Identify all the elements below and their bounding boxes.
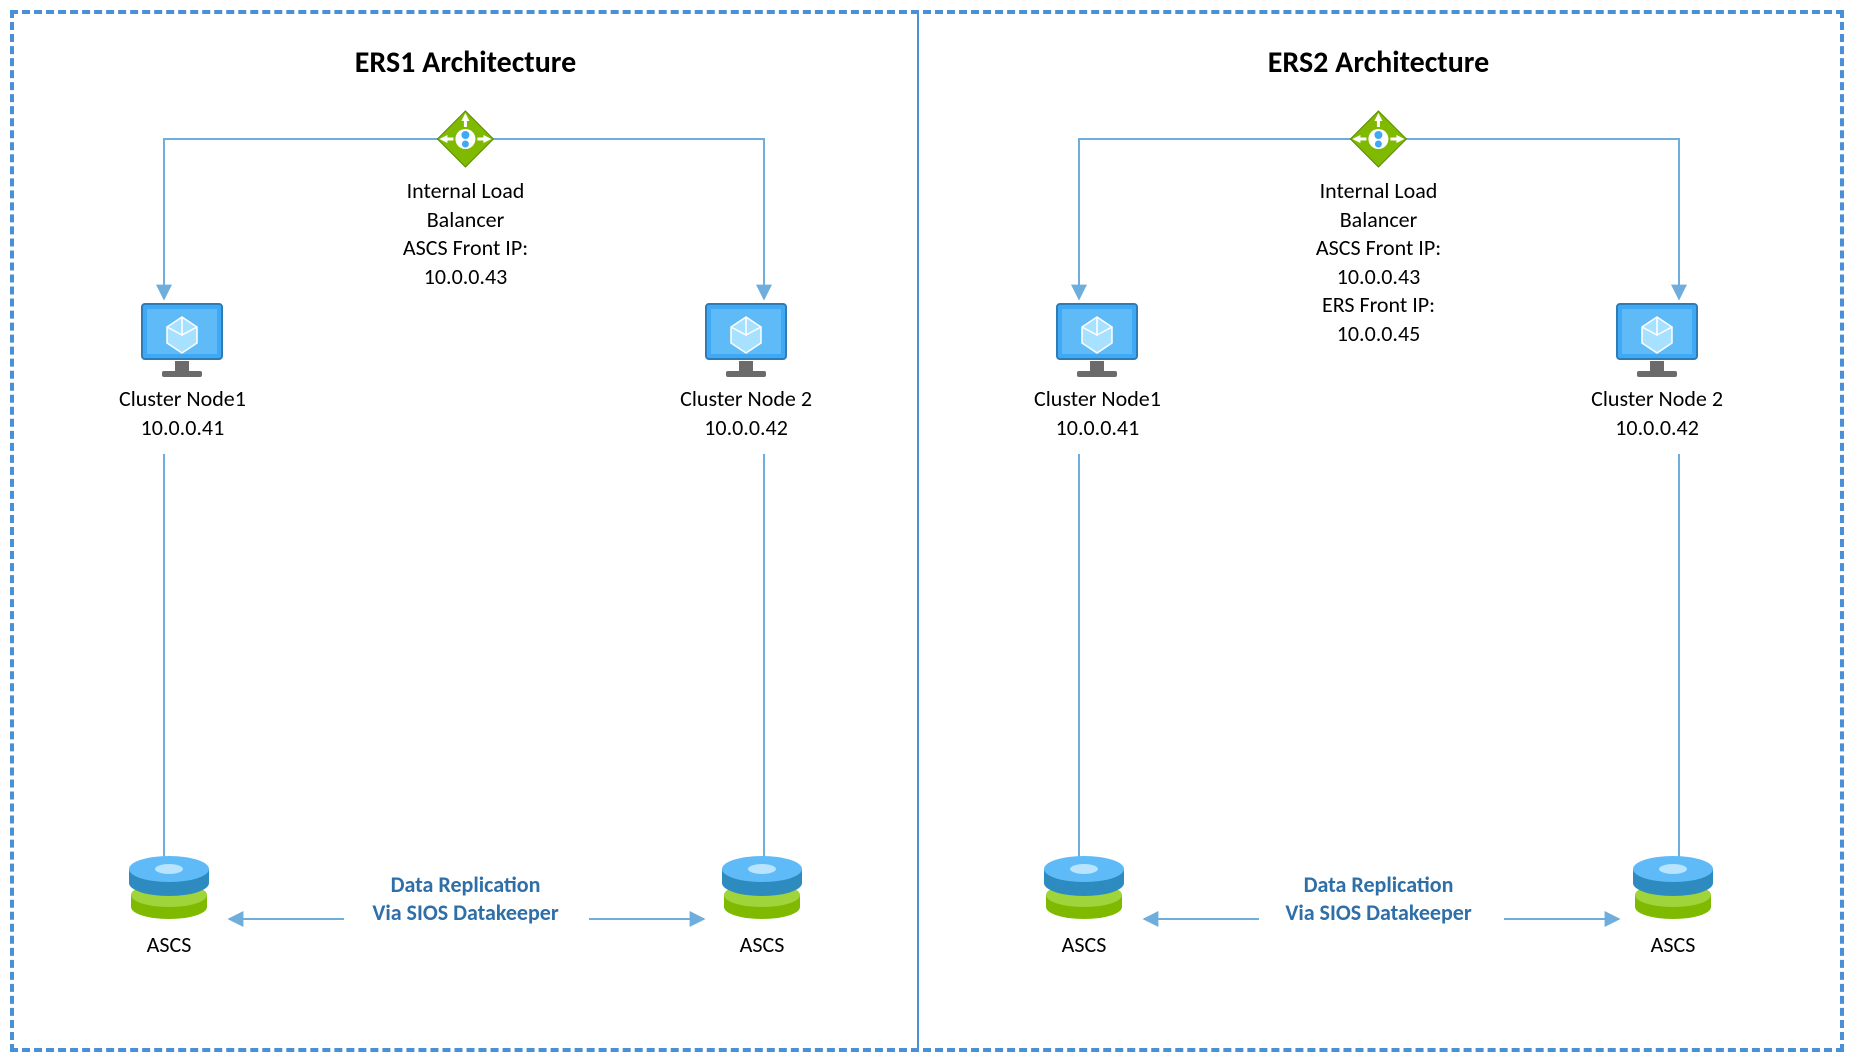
vm-icon [1612, 299, 1702, 379]
replication-line: Via SIOS Datakeeper [1285, 899, 1471, 928]
ers1-cluster-node2: Cluster Node 2 10.0.0.42 [680, 299, 812, 442]
ers2-cluster-node1: Cluster Node1 10.0.0.41 [1034, 299, 1161, 442]
vm-icon [137, 299, 227, 379]
disk-icon [1039, 855, 1129, 925]
lb-line: 10.0.0.43 [403, 263, 528, 292]
ers2-disk2: ASCS [1628, 855, 1718, 958]
ers2-disk1: ASCS [1039, 855, 1129, 958]
replication-line: Via SIOS Datakeeper [372, 899, 558, 928]
load-balancer-icon [1348, 109, 1408, 169]
ers1-disk1: ASCS [124, 855, 214, 958]
disk-icon [1628, 855, 1718, 925]
lb-line: ERS Front IP: [1316, 291, 1441, 320]
lb-line: ASCS Front IP: [403, 234, 528, 263]
ers2-replication-label: Data Replication Via SIOS Datakeeper [1285, 871, 1471, 928]
node-name: Cluster Node 2 [1591, 385, 1723, 414]
ers1-lb-label: Internal Load Balancer ASCS Front IP: 10… [403, 177, 528, 291]
ers2-lb-label: Internal Load Balancer ASCS Front IP: 10… [1316, 177, 1441, 349]
disk-label: ASCS [717, 931, 807, 958]
replication-line: Data Replication [1285, 871, 1471, 900]
ers2-cluster-node2: Cluster Node 2 10.0.0.42 [1591, 299, 1723, 442]
vm-icon [1052, 299, 1142, 379]
node-ip: 10.0.0.42 [680, 414, 812, 443]
node-ip: 10.0.0.42 [1591, 414, 1723, 443]
disk-label: ASCS [1628, 931, 1718, 958]
lb-line: ASCS Front IP: [1316, 234, 1441, 263]
load-balancer-icon [435, 109, 495, 169]
ers2-load-balancer: Internal Load Balancer ASCS Front IP: 10… [1316, 109, 1441, 349]
lb-line: Balancer [1316, 206, 1441, 235]
disk-icon [124, 855, 214, 925]
ers1-replication-label: Data Replication Via SIOS Datakeeper [372, 871, 558, 928]
disk-label: ASCS [1039, 931, 1129, 958]
node-ip: 10.0.0.41 [1034, 414, 1161, 443]
ers1-panel: ERS1 Architecture Intern [14, 14, 917, 1048]
ers1-disk2: ASCS [717, 855, 807, 958]
vm-icon [701, 299, 791, 379]
lb-line: Internal Load [1316, 177, 1441, 206]
lb-line: Balancer [403, 206, 528, 235]
lb-line: 10.0.0.43 [1316, 263, 1441, 292]
lb-line: Internal Load [403, 177, 528, 206]
node-name: Cluster Node 2 [680, 385, 812, 414]
ers1-cluster-node1: Cluster Node1 10.0.0.41 [119, 299, 246, 442]
node-name: Cluster Node1 [119, 385, 246, 414]
ers2-panel: ERS2 Architecture Internal Load Balancer [919, 14, 1838, 1048]
ers1-load-balancer: Internal Load Balancer ASCS Front IP: 10… [403, 109, 528, 291]
replication-line: Data Replication [372, 871, 558, 900]
disk-icon [717, 855, 807, 925]
node-name: Cluster Node1 [1034, 385, 1161, 414]
disk-label: ASCS [124, 931, 214, 958]
lb-line: 10.0.0.45 [1316, 320, 1441, 349]
node-ip: 10.0.0.41 [119, 414, 246, 443]
